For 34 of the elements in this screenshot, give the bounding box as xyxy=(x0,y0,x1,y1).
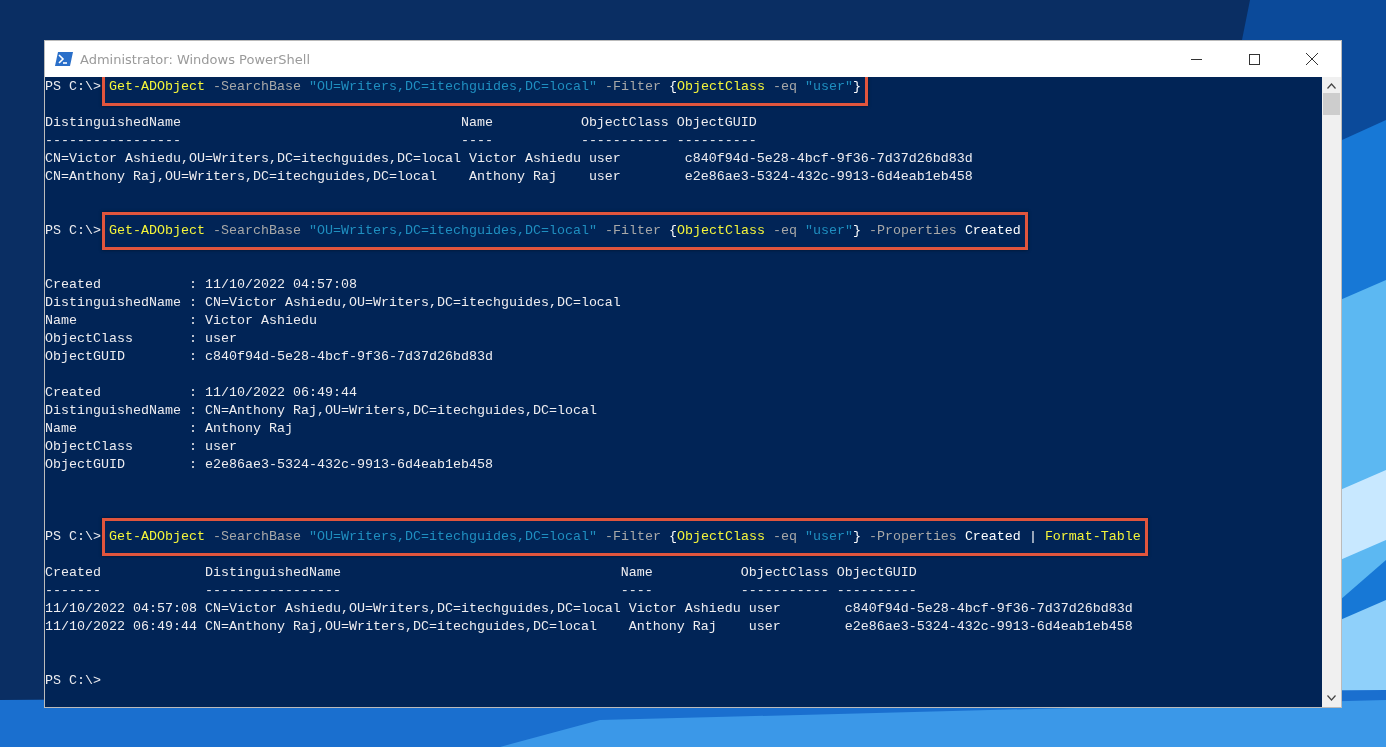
output-line: Name : Anthony Raj xyxy=(45,421,293,436)
output-line: Created DistinguishedName Name ObjectClass ObjectGUID xyxy=(45,565,917,580)
output-line: DistinguishedName Name ObjectClass ObjectGUID xyxy=(45,115,757,130)
prompt-text: PS C:\> xyxy=(45,673,101,688)
output-line: Created : 11/10/2022 04:57:08 xyxy=(45,277,357,292)
output-line: ------- ----------------- ---- ----------- ---------- xyxy=(45,583,917,598)
output-line: ObjectClass : user xyxy=(45,439,237,454)
output-line: ----------------- ---- ----------- ---------- xyxy=(45,133,757,148)
scroll-up-icon[interactable] xyxy=(1327,83,1336,89)
output-line: Created : 11/10/2022 06:49:44 xyxy=(45,385,357,400)
output-line: ObjectGUID : c840f94d-5e28-4bcf-9f36-7d37d26bd83d xyxy=(45,349,493,364)
output-line: CN=Victor Ashiedu,OU=Writers,DC=itechguides,DC=local Victor Ashiedu user c840f94d-5e28-4bcf-9f36-7d37d26bd83d xyxy=(45,151,973,166)
maximize-icon xyxy=(1248,53,1260,65)
output-line: DistinguishedName : CN=Anthony Raj,OU=Writers,DC=itechguides,DC=local xyxy=(45,403,597,418)
output-line: 11/10/2022 04:57:08 CN=Victor Ashiedu,OU=Writers,DC=itechguides,DC=local Victor Ashiedu user c840f94d-5e28-4bcf-9f36-7d37d26bd83d xyxy=(45,601,1133,616)
output-line: Name : Victor Ashiedu xyxy=(45,313,317,328)
scrollbar[interactable] xyxy=(1322,77,1341,707)
minimize-icon xyxy=(1190,58,1202,60)
output-line: ObjectGUID : e2e86ae3-5324-432c-9913-6d4eab1eb458 xyxy=(45,457,493,472)
output-line: 11/10/2022 06:49:44 CN=Anthony Raj,OU=Writers,DC=itechguides,DC=local Anthony Raj user e2e86ae3-5324-432c-9913-6d4eab1eb458 xyxy=(45,619,1133,634)
output-line: DistinguishedName : CN=Victor Ashiedu,OU=Writers,DC=itechguides,DC=local xyxy=(45,295,621,310)
close-icon xyxy=(1306,53,1318,65)
scroll-thumb[interactable] xyxy=(1323,93,1340,115)
prompt-text: PS C:\> xyxy=(45,529,101,544)
command-text: Get-ADObject -SearchBase "OU=Writers,DC=itechguides,DC=local" -Filter {ObjectClass -eq "user"} -Properties Created xyxy=(109,223,1021,238)
terminal-icon xyxy=(55,51,73,67)
prompt-text: PS C:\> xyxy=(45,223,101,238)
output-line: ObjectClass : user xyxy=(45,331,237,346)
scroll-down-icon[interactable] xyxy=(1327,695,1336,701)
window-title: Administrator: Windows PowerShell xyxy=(80,51,311,67)
command-text: Get-ADObject -SearchBase "OU=Writers,DC=itechguides,DC=local" -Filter {ObjectClass -eq "user"} xyxy=(109,79,861,94)
output-line: CN=Anthony Raj,OU=Writers,DC=itechguides,DC=local Anthony Raj user e2e86ae3-5324-432c-9913-6d4eab1eb458 xyxy=(45,169,973,184)
prompt-text: PS C:\> xyxy=(45,79,101,94)
command-text: Get-ADObject -SearchBase "OU=Writers,DC=itechguides,DC=local" -Filter {ObjectClass -eq "user"} -Properties Created | Format-Table xyxy=(109,529,1141,544)
